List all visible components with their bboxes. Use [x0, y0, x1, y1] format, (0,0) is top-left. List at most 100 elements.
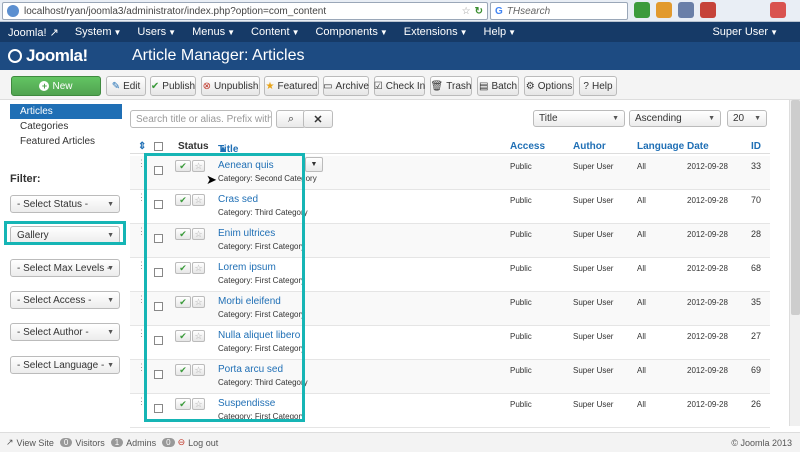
joomla-logo: Joomla!	[8, 46, 124, 66]
article-access: Public	[510, 332, 532, 341]
visitors-count: 0	[59, 438, 73, 447]
highlight-box	[4, 221, 126, 245]
header-author[interactable]: Author	[573, 141, 606, 152]
clear-button[interactable]: ✕	[303, 110, 333, 128]
page-header: Joomla! Article Manager: Articles	[0, 42, 800, 70]
filter-max-levels-select[interactable]: - Select Max Levels - ▼	[10, 259, 120, 277]
scrollbar[interactable]	[789, 100, 800, 426]
article-author[interactable]: Super User	[573, 162, 613, 171]
caret-down-icon: ▼	[168, 28, 177, 37]
caret-down-icon: ▼	[107, 361, 114, 369]
article-date: 2012-09-28	[687, 298, 728, 307]
address-bar[interactable]: localhost/ryan/joomla3/administrator/ind…	[2, 2, 488, 20]
firefox-icon[interactable]	[656, 2, 672, 18]
filter-status-select[interactable]: - Select Status - ▼	[10, 195, 120, 213]
reload-icon[interactable]: ↻	[475, 6, 483, 17]
page-title: Article Manager: Articles	[132, 47, 305, 64]
filter-author-select[interactable]: - Select Author - ▼	[10, 323, 120, 341]
extension-icon[interactable]	[678, 2, 694, 18]
header-date[interactable]: Date	[687, 141, 709, 152]
admin-top-menu: Joomla! ↗ System ▼ Users ▼ Menus ▼ Content ▼…	[0, 22, 800, 42]
search-input[interactable]: Search title or alias. Prefix with ID: t…	[130, 110, 272, 128]
external-link-icon: ↗	[49, 26, 59, 39]
article-id: 27	[751, 331, 762, 341]
new-button[interactable]: + New	[11, 76, 101, 96]
batch-button[interactable]: ▤ Batch	[477, 76, 519, 96]
header-language[interactable]: Language	[637, 141, 684, 152]
caret-down-icon: ▼	[107, 264, 114, 272]
site-icon	[7, 5, 19, 17]
edit-icon: ✎	[111, 80, 121, 92]
search-button[interactable]: ⌕	[276, 110, 306, 128]
caret-down-icon: ▼	[291, 28, 300, 37]
options-button[interactable]: ⚙ Options	[524, 76, 574, 96]
header-status[interactable]: Status	[178, 141, 209, 152]
sidebar-item-featured-articles[interactable]: Featured Articles	[10, 134, 122, 149]
article-author[interactable]: Super User	[573, 298, 613, 307]
sort-direction-select[interactable]: Ascending ▼	[629, 110, 721, 127]
view-site-link[interactable]: ↗ View Site	[6, 437, 54, 448]
article-id: 26	[751, 399, 762, 409]
article-date: 2012-09-28	[687, 196, 728, 205]
article-author[interactable]: Super User	[573, 264, 613, 273]
unpublish-button[interactable]: ⊗ Unpublish	[201, 76, 260, 96]
article-author[interactable]: Super User	[573, 196, 613, 205]
menu-menus[interactable]: Menus ▼	[184, 26, 243, 38]
minus-icon: ⊖	[177, 437, 186, 447]
article-access: Public	[510, 230, 532, 239]
scrollbar-thumb[interactable]	[791, 100, 800, 315]
checkin-button[interactable]: ☑ Check In	[374, 76, 425, 96]
menu-users[interactable]: Users ▼	[129, 26, 184, 38]
article-author[interactable]: Super User	[573, 332, 613, 341]
menu-content[interactable]: Content ▼	[243, 26, 307, 38]
archive-button[interactable]: ▭ Archive	[323, 76, 369, 96]
header-id[interactable]: ID	[751, 141, 761, 152]
check-icon: ✔	[150, 80, 160, 92]
header-access[interactable]: Access	[510, 141, 545, 152]
list-limit-select[interactable]: 20 ▼	[727, 110, 767, 127]
mouse-cursor-icon: ➤	[206, 172, 217, 187]
article-author[interactable]: Super User	[573, 366, 613, 375]
select-all-checkbox[interactable]	[154, 142, 163, 151]
filter-language-select[interactable]: - Select Language - ▼	[10, 356, 120, 374]
article-date: 2012-09-28	[687, 366, 728, 375]
edit-button[interactable]: ✎ Edit	[106, 76, 146, 96]
article-author[interactable]: Super User	[573, 230, 613, 239]
trash-button[interactable]: 🗑 Trash	[430, 76, 472, 96]
article-author[interactable]: Super User	[573, 400, 613, 409]
publish-button[interactable]: ✔ Publish	[150, 76, 196, 96]
row-actions-dropdown[interactable]: ▼	[305, 157, 323, 172]
menu-components[interactable]: Components ▼	[307, 26, 395, 38]
sidebar-item-categories[interactable]: Categories	[10, 119, 122, 134]
caret-down-icon: ▼	[508, 28, 517, 37]
search-engine-icon: G	[495, 5, 503, 17]
menu-help[interactable]: Help ▼	[476, 26, 525, 38]
bookmark-star-icon[interactable]: ☆	[462, 6, 471, 17]
menu-system[interactable]: System ▼	[67, 26, 130, 38]
sort-field-select[interactable]: Title ▼	[533, 110, 625, 127]
help-icon: ?	[583, 80, 589, 92]
menu-joomla[interactable]: Joomla! ↗	[0, 26, 67, 39]
user-menu[interactable]: Super User ▼	[704, 26, 800, 38]
extension-icon[interactable]	[700, 2, 716, 18]
download-icon[interactable]	[634, 2, 650, 18]
caret-down-icon: ▼	[754, 115, 761, 122]
featured-button[interactable]: ★ Featured	[264, 76, 319, 96]
star-icon: ★	[265, 80, 275, 92]
external-link-icon: ↗	[6, 437, 14, 447]
menu-extensions[interactable]: Extensions ▼	[396, 26, 476, 38]
browser-toolbar-icons	[634, 2, 786, 18]
article-id: 35	[751, 297, 762, 307]
help-button[interactable]: ? Help	[579, 76, 617, 96]
filter-access-select[interactable]: - Select Access - ▼	[10, 291, 120, 309]
sidebar-item-articles[interactable]: Articles	[10, 104, 122, 119]
addon-s-icon[interactable]	[770, 2, 786, 18]
article-language: All	[637, 162, 646, 171]
ordering-sort-icon[interactable]: ⇕	[138, 141, 146, 152]
caret-down-icon: ▼	[227, 28, 236, 37]
browser-search[interactable]: G THsearch	[490, 2, 628, 20]
close-icon: ✕	[313, 113, 323, 126]
logout-link[interactable]: 0 ⊖ Log out	[162, 437, 218, 448]
caret-down-icon: ▼	[113, 28, 122, 37]
article-access: Public	[510, 298, 532, 307]
